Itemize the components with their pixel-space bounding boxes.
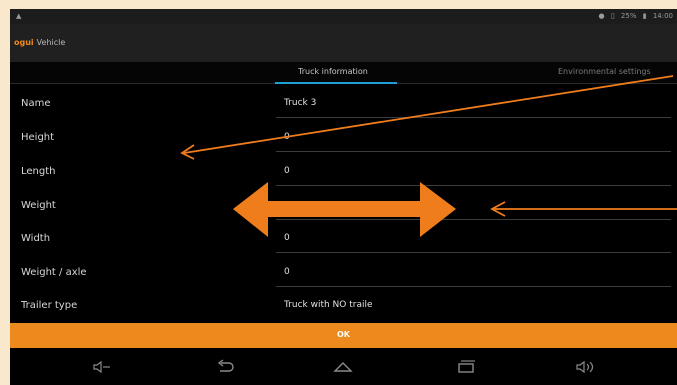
status-bar: ▲ ● ▯ 25% ▮ 14:00 [10,9,677,24]
field-label: Trailer type [21,300,78,311]
name-input[interactable]: Truck 3 [284,98,316,108]
height-input[interactable]: 0 [284,132,290,142]
notification-icon: ▲ [16,12,22,20]
field-label: Weight [21,200,56,211]
tab-truck-information[interactable]: Truck information [298,67,368,76]
field-height: Height 0 [10,122,677,155]
app-title: Vehicle [36,38,66,47]
navigation-bar [10,348,677,385]
volume-down-icon[interactable] [92,359,112,375]
input-underline [276,151,671,152]
app-bar: ogui Vehicle [10,24,677,62]
tablet-screen: ▲ ● ▯ 25% ▮ 14:00 ogui Vehicle Truck info… [10,9,677,385]
field-label: Width [21,233,51,244]
field-label: Length [21,166,56,177]
home-icon[interactable] [333,359,353,375]
input-underline [276,117,671,118]
ok-label: OK [337,330,350,339]
weight-per-axle-input[interactable]: 0 [284,267,290,277]
input-underline [276,219,671,220]
length-input[interactable]: 0 [284,166,290,176]
logo-text: ogui [14,38,34,47]
field-name: Name Truck 3 [10,88,677,121]
field-trailer-type: Trailer type Truck with NO traile [10,290,677,323]
active-tab-indicator [275,82,397,84]
volume-up-icon[interactable] [575,359,595,375]
status-icons: ● ▯ 25% ▮ 14:00 [594,12,673,20]
field-label: Weight / axle [21,267,87,278]
input-underline [276,252,671,253]
input-underline [276,286,671,287]
sim-icon: ▯ [610,12,615,20]
ok-button[interactable]: OK [10,323,677,348]
field-weight-per-axle: Weight / axle 0 [10,257,677,290]
location-icon: ● [598,12,605,20]
battery-percent: 25% [620,12,637,20]
field-weight: Weight [10,190,677,223]
app-logo[interactable]: ogui Vehicle [14,38,65,47]
width-input[interactable]: 0 [284,233,290,243]
clock: 14:00 [652,12,673,20]
back-icon[interactable] [216,359,236,375]
battery-icon: ▮ [642,12,647,20]
tab-bar: Truck information Environmental settings [10,62,677,84]
input-underline [276,185,671,186]
trailer-type-select[interactable]: Truck with NO traile [284,300,373,310]
field-label: Height [21,132,55,143]
tab-environmental-settings[interactable]: Environmental settings [558,67,651,76]
recent-apps-icon[interactable] [456,359,476,375]
field-label: Name [21,98,51,109]
field-width: Width 0 [10,223,677,256]
field-length: Length 0 [10,156,677,189]
